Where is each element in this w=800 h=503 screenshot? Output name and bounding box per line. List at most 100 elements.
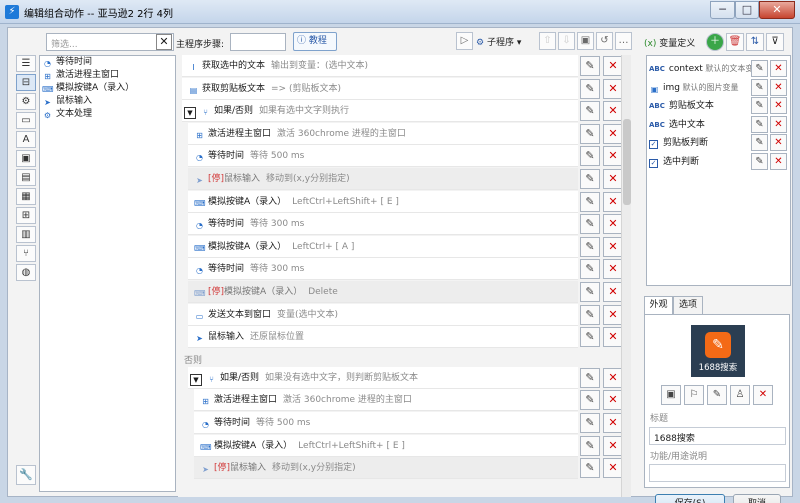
description-field[interactable]: [649, 464, 786, 482]
step-row[interactable]: ➤ [停]鼠标输入 移动到(x,y分别指定): [188, 168, 578, 190]
list-item[interactable]: ➤ 鼠标输入: [40, 95, 175, 108]
step-row[interactable]: ▤ 获取剪贴板文本 => (剪贴板文本): [182, 77, 578, 100]
delete-step-button[interactable]: ✕: [603, 282, 623, 302]
delete-step-button[interactable]: ✕: [603, 78, 623, 99]
step-row[interactable]: ▼ ⑂ 如果/否则 如果没有选中文字，则判断剪贴板文本: [188, 366, 578, 389]
add-variable-button[interactable]: ＋: [706, 33, 724, 51]
delete-step-button[interactable]: ✕: [603, 367, 623, 388]
gear-icon[interactable]: ⚙: [16, 93, 36, 110]
edit-step-button[interactable]: ✎: [580, 327, 600, 348]
step-row[interactable]: ⌨ 模拟按键A（录入） LeftCtrl+LeftShift+ [ E ]: [188, 190, 578, 213]
edit-step-button[interactable]: ✎: [580, 435, 600, 456]
sort-variables-button[interactable]: ⇅: [746, 33, 764, 51]
bookmark-icon[interactable]: ⊟: [16, 74, 36, 91]
list-item[interactable]: ⌨ 模拟按键A（录入）: [40, 82, 175, 95]
delete-step-button[interactable]: ✕: [603, 458, 623, 479]
step-row[interactable]: ◔ 等待时间 等待 300 ms: [188, 213, 578, 236]
step-row[interactable]: ▭ 发送文本到窗口 变量(选中文本): [188, 303, 578, 326]
checkbox-icon[interactable]: ✓: [649, 140, 658, 149]
step-row[interactable]: ⌨ 模拟按键A（录入） LeftCtrl+ [ A ]: [188, 235, 578, 258]
edit-variable-button[interactable]: ✎: [751, 78, 768, 96]
clear-icon-button[interactable]: ✕: [753, 385, 773, 405]
step-row[interactable]: ⊞ 激活进程主窗口 激活 360chrome 进程的主窗口: [194, 389, 578, 412]
edit-step-button[interactable]: ✎: [580, 169, 600, 189]
checkbox-icon[interactable]: ✓: [649, 158, 658, 168]
step-row[interactable]: ◔ 等待时间 等待 300 ms: [188, 258, 578, 281]
delete-variable-row-button[interactable]: ✕: [770, 152, 787, 170]
delete-variable-row-button[interactable]: ✕: [770, 115, 787, 133]
edit-step-button[interactable]: ✎: [580, 214, 600, 235]
edit-step-button[interactable]: ✎: [580, 413, 600, 433]
edit-step-button[interactable]: ✎: [580, 304, 600, 325]
document-icon[interactable]: ▦: [16, 188, 36, 205]
variable-row[interactable]: ABC 选中文本 ✎ ✕: [649, 115, 789, 134]
title-field[interactable]: 1688搜索: [649, 427, 786, 445]
step-row[interactable]: ▼ ⑂ 如果/否则 如果有选中文字则执行: [182, 100, 578, 123]
move-down-button[interactable]: ⇩: [558, 32, 575, 50]
variable-row[interactable]: ▣ img 默认的图片变量 ✎ ✕: [649, 78, 789, 97]
close-button[interactable]: ✕: [759, 1, 795, 19]
edit-step-button[interactable]: ✎: [580, 390, 600, 411]
delete-step-button[interactable]: ✕: [603, 236, 623, 257]
edit-step-button[interactable]: ✎: [580, 458, 600, 479]
edit-variable-button[interactable]: ✎: [751, 97, 768, 114]
edit-variable-button[interactable]: ✎: [751, 152, 768, 170]
more-button[interactable]: …: [615, 32, 632, 50]
variable-row[interactable]: ✓ 选中判断 ✎ ✕: [649, 152, 789, 171]
step-row[interactable]: ◔ 等待时间 等待 500 ms: [188, 145, 578, 168]
collapse-toggle-icon[interactable]: ▼: [184, 107, 196, 120]
edit-step-button[interactable]: ✎: [580, 146, 600, 167]
edit-step-button[interactable]: ✎: [580, 236, 600, 257]
image-icon[interactable]: ▣: [661, 385, 681, 405]
tab-options[interactable]: 选项: [673, 296, 703, 314]
edit-step-button[interactable]: ✎: [580, 191, 600, 212]
delete-step-button[interactable]: ✕: [603, 191, 623, 212]
shirt-icon[interactable]: ♙: [730, 385, 750, 405]
step-row[interactable]: ⌨ 模拟按键A（录入） LeftCtrl+LeftShift+ [ E ]: [194, 434, 578, 457]
clear-filter-button[interactable]: ✕: [156, 34, 172, 50]
delete-variable-button[interactable]: 🗑: [726, 33, 744, 51]
save-button[interactable]: 保存(S): [655, 494, 725, 503]
delete-step-button[interactable]: ✕: [603, 327, 623, 348]
step-row[interactable]: ➤ 鼠标输入 还原鼠标位置: [188, 326, 578, 349]
variable-row[interactable]: ABC context 默认的文本变 ✎ ✕: [649, 60, 789, 78]
delete-step-button[interactable]: ✕: [603, 413, 623, 433]
text-a-icon[interactable]: A: [16, 131, 36, 148]
maximize-button[interactable]: □: [735, 1, 759, 19]
variable-row[interactable]: ABC 剪贴板文本 ✎ ✕: [649, 97, 789, 115]
filter-variables-button[interactable]: ⊽: [766, 33, 784, 51]
run-button[interactable]: ▷: [456, 32, 473, 50]
step-row[interactable]: ◔ 等待时间 等待 500 ms: [194, 412, 578, 434]
scrollbar-thumb[interactable]: [623, 119, 631, 205]
step-row[interactable]: ⊞ 激活进程主窗口 激活 360chrome 进程的主窗口: [188, 122, 578, 145]
variable-row[interactable]: ✓ 剪贴板判断 ✎ ✕: [649, 134, 789, 152]
window-icon[interactable]: ▭: [16, 112, 36, 129]
subprocess-dropdown[interactable]: ⚙ 子程序 ▾: [476, 35, 521, 48]
collapse-toggle-icon[interactable]: ▼: [190, 373, 202, 386]
delete-variable-row-button[interactable]: ✕: [770, 97, 787, 114]
delete-variable-row-button[interactable]: ✕: [770, 60, 787, 77]
flag-icon[interactable]: ⚐: [684, 385, 704, 405]
tab-appearance[interactable]: 外观: [644, 296, 673, 316]
edit-variable-button[interactable]: ✎: [751, 60, 768, 77]
delete-step-button[interactable]: ✕: [603, 123, 623, 144]
delete-step-button[interactable]: ✕: [603, 390, 623, 411]
delete-step-button[interactable]: ✕: [603, 435, 623, 456]
edit-step-button[interactable]: ✎: [580, 78, 600, 99]
brush-icon[interactable]: ✎: [707, 385, 727, 405]
list-item[interactable]: ◔ 等待时间: [40, 56, 175, 69]
edit-step-button[interactable]: ✎: [580, 282, 600, 302]
list-item[interactable]: ⚙ 文本处理: [40, 108, 175, 121]
list-item[interactable]: ⊞ 激活进程主窗口: [40, 69, 175, 82]
calculator-icon[interactable]: ▥: [16, 226, 36, 243]
delete-step-button[interactable]: ✕: [603, 214, 623, 235]
delete-step-button[interactable]: ✕: [603, 169, 623, 189]
step-row[interactable]: I 获取选中的文本 输出到变量：(选中文本): [182, 55, 578, 77]
move-up-button[interactable]: ⇧: [539, 32, 556, 50]
delete-step-button[interactable]: ✕: [603, 146, 623, 167]
branch-icon[interactable]: ⑂: [16, 245, 36, 262]
edit-step-button[interactable]: ✎: [580, 56, 600, 76]
delete-step-button[interactable]: ✕: [603, 101, 623, 122]
edit-step-button[interactable]: ✎: [580, 259, 600, 280]
cancel-button[interactable]: 取消: [733, 494, 781, 503]
